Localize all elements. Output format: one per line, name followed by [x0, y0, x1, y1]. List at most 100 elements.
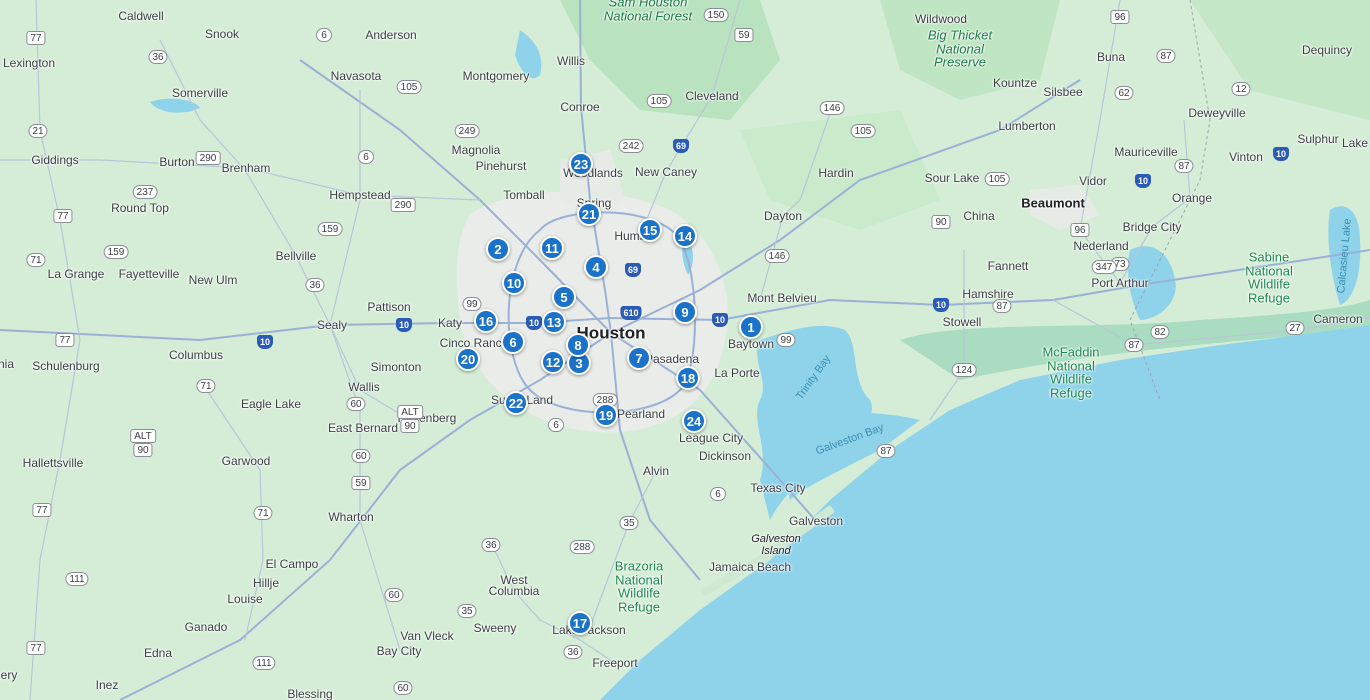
map-marker-4[interactable]: 4	[584, 255, 608, 279]
city-label: Texas City	[750, 481, 806, 495]
city-label: nia	[0, 357, 15, 371]
state-highway-shield: 36	[148, 50, 168, 64]
city-label: Brenham	[221, 161, 271, 175]
park-label: Sabine National Wildlife Refuge	[1245, 249, 1293, 306]
city-label: Galveston	[788, 514, 844, 528]
state-highway-shield: 105	[646, 94, 672, 108]
map-marker-19[interactable]: 19	[594, 403, 618, 427]
map-marker-24[interactable]: 24	[682, 409, 706, 433]
state-highway-shield: 6	[358, 150, 374, 164]
state-highway-shield: 82	[1150, 325, 1170, 339]
park-label: Sam Houston National Forest	[603, 0, 693, 23]
us-highway-shield: 77	[32, 503, 52, 517]
city-label: Pinehurst	[475, 159, 527, 173]
us-highway-shield: ALT	[130, 429, 156, 443]
state-highway-shield: 35	[457, 604, 477, 618]
map-marker-12[interactable]: 12	[541, 350, 565, 374]
state-highway-shield: 27	[1285, 321, 1305, 335]
state-highway-shield: 36	[305, 278, 325, 292]
city-label: Magnolia	[451, 143, 501, 157]
city-label: Dayton	[763, 209, 803, 223]
us-highway-shield: 90	[133, 443, 153, 457]
city-label: Deweyville	[1188, 106, 1246, 120]
state-highway-shield: 71	[253, 506, 273, 520]
map-marker-1[interactable]: 1	[739, 315, 763, 339]
state-highway-shield: 87	[1124, 338, 1144, 352]
city-label: La Grange	[47, 267, 105, 281]
state-highway-shield: 146	[819, 101, 845, 115]
map-marker-2[interactable]: 2	[486, 237, 510, 261]
city-label: Burton	[159, 155, 195, 169]
city-label: Fayetteville	[118, 267, 180, 281]
state-highway-shield: 12	[1231, 82, 1251, 96]
city-label: China	[963, 209, 995, 223]
city-label: Blessing	[287, 687, 333, 700]
city-label: Bay City	[376, 644, 422, 658]
city-label: Louise	[227, 592, 263, 606]
city-label: Van Vleck	[400, 629, 454, 643]
map-marker-13[interactable]: 13	[542, 310, 566, 334]
map-marker-10[interactable]: 10	[502, 271, 526, 295]
state-highway-shield: 87	[1174, 159, 1194, 173]
state-highway-shield: 87	[876, 444, 896, 458]
us-highway-shield: 59	[734, 28, 754, 42]
state-highway-shield: 6	[710, 487, 726, 501]
state-highway-shield: 150	[703, 8, 729, 22]
city-label: Navasota	[330, 69, 382, 83]
state-highway-shield: 237	[132, 185, 158, 199]
city-label: Caldwell	[118, 9, 164, 23]
map-marker-9[interactable]: 9	[673, 300, 697, 324]
city-label: Dickinson	[698, 449, 752, 463]
city-label: Sealy	[316, 318, 348, 332]
map-marker-15[interactable]: 15	[638, 218, 662, 242]
city-label: East Bernard	[327, 421, 399, 435]
map-marker-11[interactable]: 11	[540, 236, 564, 260]
interstate-shield: 10	[525, 316, 543, 330]
city-label: Wharton	[328, 510, 374, 524]
map-marker-14[interactable]: 14	[673, 224, 697, 248]
state-highway-shield: 71	[196, 379, 216, 393]
map-marker-17[interactable]: 17	[568, 611, 592, 635]
map-marker-22[interactable]: 22	[504, 391, 528, 415]
map-marker-21[interactable]: 21	[577, 202, 601, 226]
interstate-shield: 69	[624, 263, 642, 277]
map-marker-5[interactable]: 5	[552, 285, 576, 309]
state-highway-shield: 111	[65, 572, 89, 586]
map-marker-23[interactable]: 23	[569, 152, 593, 176]
city-label: Ganado	[184, 620, 228, 634]
city-label: Lexington	[2, 56, 56, 70]
city-label: Jamaica Beach	[708, 560, 792, 574]
map-marker-18[interactable]: 18	[676, 366, 700, 390]
city-label: Orange	[1171, 191, 1213, 205]
city-label: Pasadena	[644, 352, 700, 366]
state-highway-shield: 347	[1091, 260, 1117, 274]
map-marker-20[interactable]: 20	[456, 347, 480, 371]
city-label: Sour Lake	[924, 171, 980, 185]
city-label: New Ulm	[188, 273, 238, 287]
map-marker-7[interactable]: 7	[627, 346, 651, 370]
city-label: Silsbee	[1043, 85, 1083, 99]
interstate-shield: 10	[711, 313, 729, 327]
state-highway-shield: 36	[563, 645, 583, 659]
city-label: Alvin	[642, 464, 670, 478]
us-highway-shield: 90	[931, 215, 951, 229]
city-label: Columbia	[488, 584, 540, 598]
city-label: Hallettsville	[22, 456, 84, 470]
city-label: Wallis	[348, 380, 380, 394]
map-canvas[interactable]: Caldwell Snook Anderson Willis Lexington Nava…	[0, 0, 1370, 700]
us-highway-shield: 59	[351, 476, 371, 490]
state-highway-shield: 71	[26, 253, 46, 267]
map-marker-16[interactable]: 16	[474, 309, 498, 333]
island-label: Galveston Island	[751, 532, 801, 557]
map-marker-6[interactable]: 6	[501, 330, 525, 354]
state-highway-shield: 105	[984, 172, 1010, 186]
map-marker-8[interactable]: 8	[566, 333, 590, 357]
city-label: Garwood	[221, 454, 271, 468]
state-highway-shield: 6	[548, 418, 564, 432]
park-label: Brazoria National Wildlife Refuge	[614, 558, 664, 615]
state-highway-shield: 288	[569, 540, 595, 554]
city-label: Wildwood	[914, 12, 968, 26]
city-label: Katy	[437, 316, 463, 330]
city-label: Hillje	[252, 576, 280, 590]
city-label: El Campo	[265, 557, 319, 571]
